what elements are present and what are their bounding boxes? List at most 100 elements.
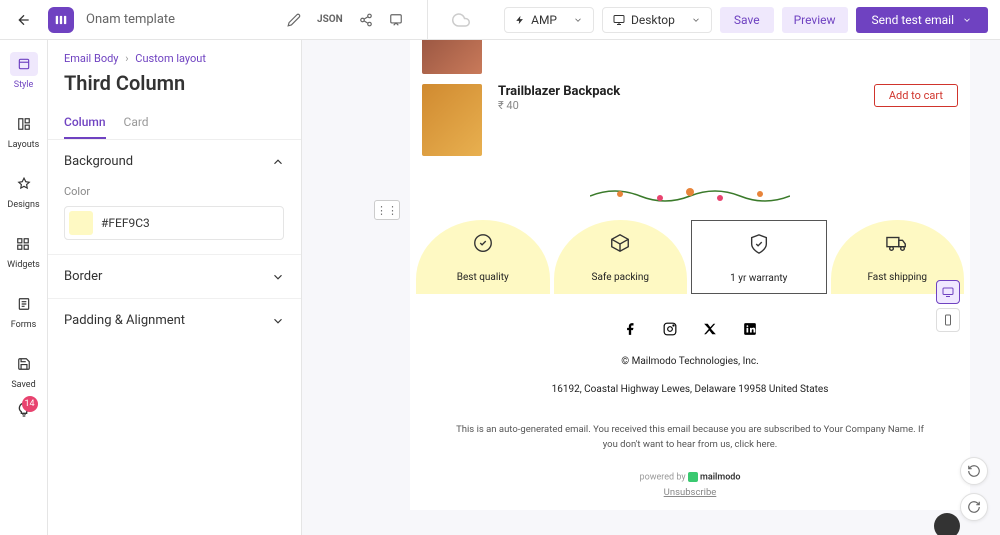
decorative-divider — [410, 166, 970, 220]
feature-label: Best quality — [457, 272, 509, 283]
preview-button[interactable]: Preview — [782, 7, 848, 33]
rail-layouts[interactable]: Layouts — [8, 112, 40, 150]
header-right: AMP Desktop Save Preview Send test email — [504, 7, 988, 33]
drag-handle[interactable]: ⋮⋮ — [374, 200, 400, 220]
panel-tabs: Column Card — [48, 107, 301, 140]
side-device-controls — [936, 280, 960, 332]
breadcrumb: Email Body › Custom layout — [48, 40, 301, 65]
rail-forms[interactable]: Forms — [10, 292, 38, 330]
breadcrumb-parent[interactable]: Email Body — [64, 52, 119, 65]
rail-label: Style — [14, 80, 34, 90]
panel-title: Third Column — [48, 65, 301, 107]
breadcrumb-child[interactable]: Custom layout — [135, 52, 206, 65]
unsubscribe-link[interactable]: Unsubscribe — [410, 487, 970, 510]
share-icon[interactable] — [359, 13, 373, 27]
footer-disclaimer: This is an auto-generated email. You rec… — [410, 410, 970, 464]
amp-label: AMP — [531, 13, 557, 27]
template-name[interactable]: Onam template — [86, 12, 175, 27]
feature-warranty[interactable]: 1 yr warranty — [691, 220, 827, 294]
amp-selector[interactable]: AMP — [504, 7, 594, 33]
tab-column[interactable]: Column — [64, 107, 106, 139]
send-test-email-button[interactable]: Send test email — [856, 7, 989, 33]
redo-button[interactable] — [960, 493, 988, 521]
section-padding-alignment[interactable]: Padding & Alignment — [48, 298, 301, 342]
linkedin-icon[interactable] — [743, 322, 757, 336]
send-label: Send test email — [872, 13, 955, 27]
rail-label: Saved — [11, 380, 35, 390]
x-twitter-icon[interactable] — [703, 322, 717, 336]
designs-icon — [17, 177, 31, 191]
rail-label: Layouts — [8, 140, 40, 150]
footer-address: 16192, Coastal Highway Lewes, Delaware 1… — [410, 382, 970, 410]
property-panel: Email Body › Custom layout Third Column … — [48, 40, 302, 535]
json-toggle[interactable]: JSON — [317, 14, 343, 25]
feature-label: Fast shipping — [867, 272, 927, 283]
product-image — [422, 84, 482, 156]
powered-prefix: powered by — [640, 473, 688, 483]
footer-company: © Mailmodo Technologies, Inc. — [410, 354, 970, 382]
add-to-cart-button[interactable]: Add to cart — [874, 84, 958, 107]
desktop-view-button[interactable] — [936, 280, 960, 304]
color-field-label: Color — [64, 185, 285, 198]
rail-style[interactable]: Style — [10, 52, 38, 90]
color-input[interactable] — [64, 206, 284, 240]
package-icon — [558, 232, 684, 259]
product-row-1[interactable]: ₹ 60 — [410, 40, 970, 84]
email-preview: ₹ 60 Trailblazer Backpack ₹ 40 Add to ca… — [410, 40, 970, 510]
product-info: Trailblazer Backpack ₹ 40 — [498, 84, 858, 112]
instagram-icon[interactable] — [663, 322, 677, 336]
chevron-down-icon — [271, 314, 285, 328]
section-background-header[interactable]: Background — [64, 154, 285, 169]
rail-label: Forms — [11, 320, 37, 330]
powered-by: powered by mailmodo — [410, 464, 970, 486]
feature-best-quality[interactable]: Best quality — [416, 220, 550, 294]
powered-brand: mailmodo — [700, 473, 740, 483]
feature-block[interactable]: ⋮⋮ Best quality Safe packing — [410, 220, 970, 294]
product-row-2[interactable]: Trailblazer Backpack ₹ 40 Add to cart — [410, 84, 970, 166]
header-tools: JSON — [287, 0, 470, 40]
section-border[interactable]: Border — [48, 254, 301, 298]
help-button[interactable] — [934, 513, 960, 535]
save-button[interactable]: Save — [720, 7, 774, 33]
mobile-view-button[interactable] — [936, 308, 960, 332]
rail-label: Widgets — [7, 260, 40, 270]
breadcrumb-sep: › — [125, 52, 128, 65]
feature-safe-packing[interactable]: Safe packing — [554, 220, 688, 294]
chat-icon[interactable] — [389, 13, 403, 27]
feature-row: Best quality Safe packing 1 yr warranty — [410, 220, 970, 294]
app-logo — [48, 7, 74, 33]
color-swatch[interactable] — [69, 211, 93, 235]
chevron-up-icon — [271, 155, 285, 169]
style-icon — [17, 57, 31, 71]
shield-icon — [696, 233, 822, 260]
feature-label: Safe packing — [592, 272, 649, 283]
tab-card[interactable]: Card — [124, 107, 149, 139]
edit-icon[interactable] — [287, 13, 301, 27]
canvas: ₹ 60 Trailblazer Backpack ₹ 40 Add to ca… — [302, 40, 1000, 535]
top-header: Onam template JSON AMP Desktop Save Prev… — [0, 0, 1000, 40]
device-label: Desktop — [631, 13, 675, 27]
product-image — [422, 40, 482, 74]
chevron-down-icon — [573, 15, 583, 25]
section-title: Padding & Alignment — [64, 313, 185, 328]
color-value-input[interactable] — [101, 216, 279, 230]
widgets-icon — [16, 237, 30, 251]
facebook-icon[interactable] — [623, 322, 637, 336]
device-selector[interactable]: Desktop — [602, 7, 712, 33]
section-title: Border — [64, 269, 102, 284]
badge-check-icon — [420, 232, 546, 259]
back-button[interactable] — [12, 8, 36, 32]
header-left: Onam template JSON — [12, 0, 470, 40]
chevron-down-icon — [271, 270, 285, 284]
chevron-down-icon — [962, 15, 972, 25]
left-rail: Style Layouts Designs Widgets Forms Save… — [0, 40, 48, 535]
rail-tips[interactable]: 14 — [16, 402, 32, 418]
cloud-sync-icon[interactable] — [452, 11, 470, 29]
rail-widgets[interactable]: Widgets — [7, 232, 40, 270]
rail-saved[interactable]: Saved — [10, 352, 38, 390]
floating-action-buttons — [960, 457, 988, 521]
rail-designs[interactable]: Designs — [7, 172, 39, 210]
saved-icon — [17, 357, 31, 371]
forms-icon — [17, 297, 31, 311]
undo-button[interactable] — [960, 457, 988, 485]
